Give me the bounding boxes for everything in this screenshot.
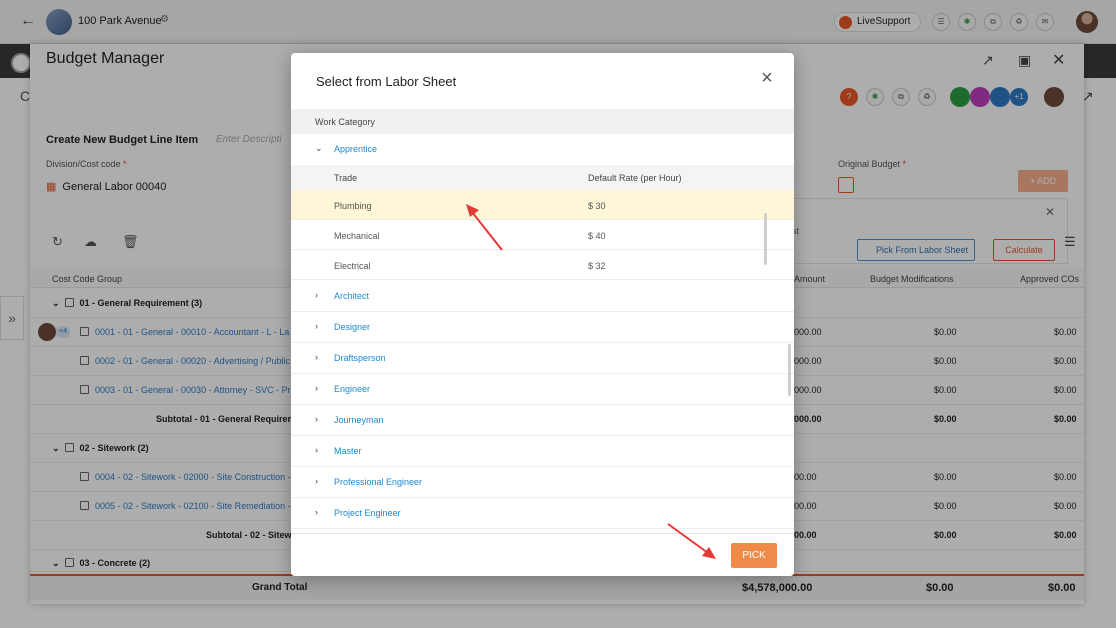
chevron-right-icon[interactable]: › bbox=[315, 290, 318, 300]
labor-sheet-modal: Select from Labor Sheet × Work Category … bbox=[291, 53, 794, 576]
trade-name: Electrical bbox=[334, 261, 371, 271]
chevron-right-icon[interactable]: › bbox=[315, 414, 318, 424]
category-name: Journeyman bbox=[334, 415, 384, 425]
close-icon[interactable]: × bbox=[757, 68, 777, 89]
trade-rate: $ 30 bbox=[588, 201, 606, 211]
category-engineer[interactable]: › Engineer bbox=[291, 374, 794, 405]
category-name: Project Engineer bbox=[334, 508, 401, 518]
category-draftsperson[interactable]: › Draftsperson bbox=[291, 343, 794, 374]
chevron-right-icon[interactable]: › bbox=[315, 352, 318, 362]
category-architect[interactable]: › Architect bbox=[291, 281, 794, 312]
trade-header-label: Trade bbox=[334, 173, 358, 183]
category-master[interactable]: › Master bbox=[291, 436, 794, 467]
work-category-header: Work Category bbox=[291, 109, 794, 134]
chevron-right-icon[interactable]: › bbox=[315, 321, 318, 331]
category-professional-engineer[interactable]: › Professional Engineer bbox=[291, 467, 794, 498]
modal-footer: PICK bbox=[291, 533, 794, 576]
category-journeyman[interactable]: › Journeyman bbox=[291, 405, 794, 436]
trade-name: Mechanical bbox=[334, 231, 380, 241]
trade-name: Plumbing bbox=[334, 201, 372, 211]
labor-sheet-list: Work Category ⌄ Apprentice Trade Default… bbox=[291, 109, 794, 532]
trade-row-electrical[interactable]: Electrical $ 32 bbox=[291, 250, 794, 280]
chevron-right-icon[interactable]: › bbox=[315, 445, 318, 455]
category-list-scrollbar[interactable] bbox=[788, 344, 791, 396]
category-name: Master bbox=[334, 446, 362, 456]
category-name: Engineer bbox=[334, 384, 371, 394]
category-name: Draftsperson bbox=[334, 353, 386, 363]
category-name: Architect bbox=[334, 291, 370, 301]
category-name: Apprentice bbox=[334, 144, 378, 154]
chevron-down-icon[interactable]: ⌄ bbox=[315, 143, 323, 154]
chevron-right-icon[interactable]: › bbox=[315, 476, 318, 486]
rate-header-label: Default Rate (per Hour) bbox=[588, 173, 682, 183]
category-project-engineer[interactable]: › Project Engineer bbox=[291, 498, 794, 529]
trade-row-mechanical[interactable]: Mechanical $ 40 bbox=[291, 220, 794, 250]
trade-header: Trade Default Rate (per Hour) bbox=[291, 165, 794, 190]
work-category-header-label: Work Category bbox=[315, 117, 375, 127]
category-name: Designer bbox=[334, 322, 371, 332]
category-name: Professional Engineer bbox=[334, 477, 423, 487]
trade-row-plumbing[interactable]: Plumbing $ 30 bbox=[291, 190, 794, 220]
category-designer[interactable]: › Designer bbox=[291, 312, 794, 343]
modal-title: Select from Labor Sheet bbox=[316, 74, 457, 89]
trade-list-scrollbar[interactable] bbox=[764, 213, 767, 265]
chevron-right-icon[interactable]: › bbox=[315, 507, 318, 517]
pick-button[interactable]: PICK bbox=[731, 543, 777, 568]
chevron-right-icon[interactable]: › bbox=[315, 383, 318, 393]
trade-rate: $ 40 bbox=[588, 231, 606, 241]
trade-rate: $ 32 bbox=[588, 261, 606, 271]
category-apprentice[interactable]: ⌄ Apprentice bbox=[291, 134, 794, 165]
